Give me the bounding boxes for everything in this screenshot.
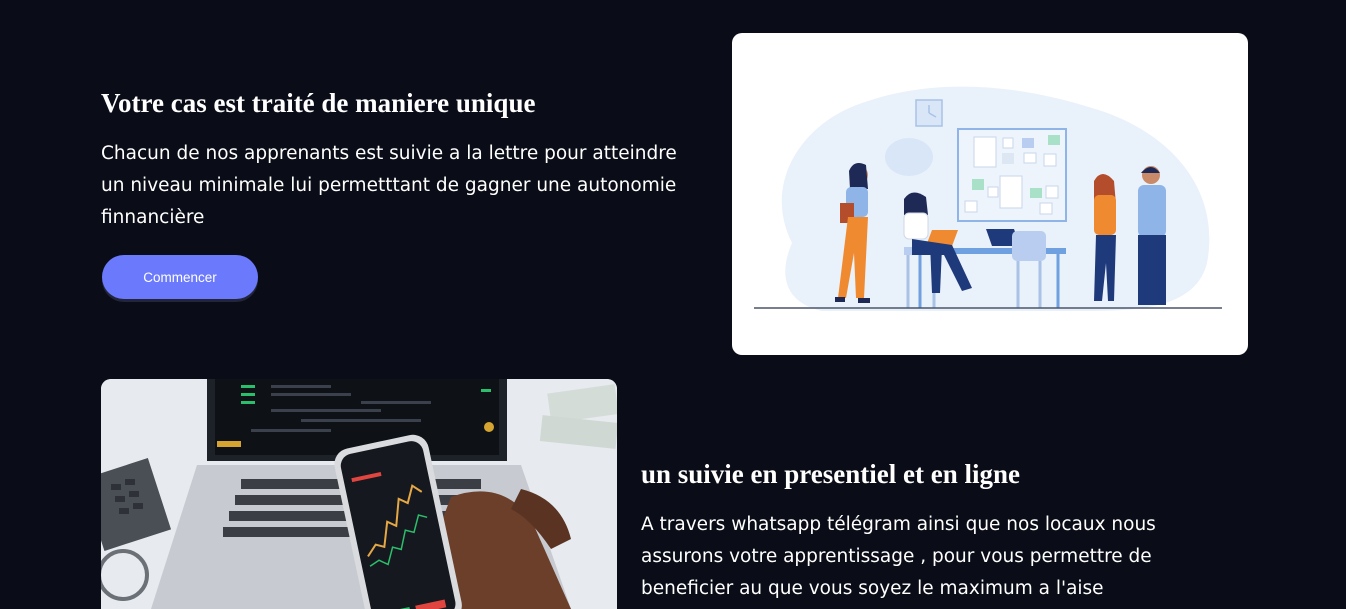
section-1-title: Votre cas est traité de maniere unique: [101, 88, 536, 118]
section-1-body: Chacun de nos apprenants est suivie a la…: [101, 143, 677, 228]
team-illustration-svg: [754, 86, 1222, 312]
trading-photo-svg: [101, 379, 617, 609]
section-2-title: un suivie en presentiel et en ligne: [641, 459, 1021, 489]
section-1: Votre cas est traité de maniere unique C…: [101, 86, 701, 234]
section-2: un suivie en presentiel et en ligne A tr…: [641, 457, 1201, 605]
section-2-body: A travers whatsapp télégram ainsi que no…: [641, 514, 1156, 599]
trading-phone-photo: [101, 379, 617, 609]
commencer-button[interactable]: Commencer: [102, 255, 258, 299]
team-meeting-illustration: [732, 33, 1248, 355]
